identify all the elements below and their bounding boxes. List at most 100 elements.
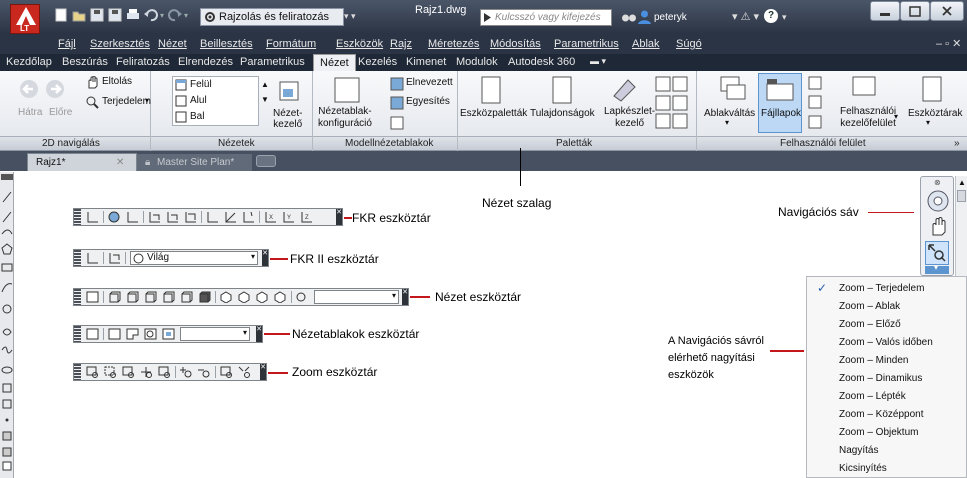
scroll-thumb[interactable] <box>957 190 966 202</box>
menu-help[interactable]: Súgó <box>676 38 702 50</box>
view-right-icon[interactable] <box>162 291 175 303</box>
switch-windows-icon[interactable] <box>720 76 746 102</box>
menu-item-zoom-out[interactable]: Kicsinyítés <box>839 463 887 474</box>
menu-item-zoom-dynamic[interactable]: Zoom – Dinamikus <box>839 373 922 384</box>
toolbars-icon[interactable] <box>920 76 944 102</box>
view-manager-icon[interactable] <box>277 79 301 103</box>
menu-item-zoom-in[interactable]: Nagyítás <box>839 445 878 456</box>
ucs-x-icon[interactable]: X <box>264 211 277 223</box>
zoom-dynamic-icon[interactable] <box>104 366 117 378</box>
ucs-dialog-icon[interactable] <box>108 252 121 264</box>
redo-icon[interactable] <box>168 8 182 22</box>
ucs-3point-icon[interactable] <box>242 211 255 223</box>
forward-arrow-icon[interactable] <box>44 78 66 100</box>
toolbars-dropdown-icon[interactable]: ▾ <box>926 118 930 127</box>
draw-tools-icons[interactable] <box>0 172 14 478</box>
menu-view[interactable]: Nézet <box>158 38 187 50</box>
search-input[interactable]: Kulcsszó vagy kifejezés <box>480 9 612 26</box>
view-front-icon[interactable] <box>180 291 193 303</box>
named-views-icon[interactable] <box>86 291 99 303</box>
menu-edit[interactable]: Szerkesztés <box>90 38 150 50</box>
ucs-face-icon[interactable] <box>148 211 161 223</box>
back-arrow-icon[interactable] <box>18 78 40 100</box>
file-tab-active[interactable]: Rajz1* ✕ <box>27 153 137 171</box>
menu-item-zoom-object[interactable]: Zoom – Objektum <box>839 427 918 438</box>
layout-toggle-icons[interactable] <box>808 76 822 132</box>
view-select[interactable]: ▾ <box>314 290 399 304</box>
single-viewport-icon[interactable] <box>108 328 121 340</box>
tab-layout[interactable]: Elrendezés <box>178 56 233 68</box>
chevron-down-icon[interactable]: ▾ ▾ <box>344 11 356 22</box>
maximize-button[interactable] <box>900 1 930 21</box>
menu-parametric[interactable]: Parametrikus <box>554 38 619 50</box>
steering-wheel-icon[interactable] <box>926 189 950 213</box>
zoom-all-icon[interactable] <box>220 366 233 378</box>
tab-manage[interactable]: Kezelés <box>358 56 397 68</box>
toolbar-grip[interactable] <box>74 289 81 305</box>
menu-item-zoom-center[interactable]: Zoom – Középpont <box>839 409 924 420</box>
new-file-icon[interactable] <box>54 8 68 22</box>
toolbar-close-icon[interactable]: ✕ <box>336 209 342 225</box>
viewport-scale-select[interactable]: ▾ <box>180 327 250 341</box>
view-top[interactable]: Felül <box>190 79 212 90</box>
forward-label[interactable]: Előre <box>49 107 72 118</box>
save-as-icon[interactable] <box>108 8 122 22</box>
save-icon[interactable] <box>90 8 104 22</box>
menu-item-zoom-realtime[interactable]: Zoom – Valós időben <box>839 337 933 348</box>
view-bottom-icon[interactable] <box>126 291 139 303</box>
zoom-window-icon[interactable] <box>86 366 99 378</box>
menu-file[interactable]: Fájl <box>58 38 76 50</box>
zoom-object-icon[interactable] <box>158 366 171 378</box>
user-name[interactable]: peteryk <box>654 12 687 23</box>
gallery-scroll-down-icon[interactable]: ▼ <box>261 95 269 104</box>
vertical-scrollbar[interactable]: ▲ <box>955 176 967 276</box>
gallery-scroll-up-icon[interactable]: ▲ <box>261 80 269 89</box>
minimize-button[interactable] <box>870 1 900 21</box>
view-left-icon[interactable] <box>144 291 157 303</box>
zoom-in-icon[interactable] <box>180 366 193 378</box>
menu-item-zoom-window[interactable]: Zoom – Ablak <box>839 301 900 312</box>
help-dropdown-icon[interactable]: ▾ <box>782 12 787 23</box>
scroll-up-icon[interactable]: ▲ <box>958 178 966 187</box>
panel-expand-icon[interactable]: » <box>954 138 960 149</box>
ucs-origin-icon[interactable] <box>206 211 219 223</box>
menu-draw[interactable]: Rajz <box>390 38 412 50</box>
named-viewports-button[interactable]: Elnevezett <box>406 77 453 88</box>
viewport-config-icon[interactable] <box>334 77 360 103</box>
zoom-extents-icon[interactable] <box>238 366 251 378</box>
menu-insert[interactable]: Beillesztés <box>200 38 253 50</box>
menu-item-zoom-previous[interactable]: Zoom – Előző <box>839 319 901 330</box>
exchange-apps-icon[interactable]: ▾ ⚠ ▾ <box>732 10 759 23</box>
close-button[interactable] <box>930 1 964 21</box>
view-toolbar[interactable]: ▾ ✕ <box>73 288 409 306</box>
toolbar-grip[interactable] <box>74 209 81 225</box>
close-icon[interactable]: ✕ <box>116 157 124 168</box>
polygonal-viewport-icon[interactable] <box>126 328 139 340</box>
sw-iso-icon[interactable] <box>220 291 233 303</box>
small-palette-icons[interactable] <box>655 76 689 130</box>
camera-icon[interactable] <box>296 291 309 303</box>
sheet-set-manager-button[interactable]: Lapkészlet- kezelő <box>604 106 655 130</box>
toolbars-button[interactable]: Eszköztárak <box>908 108 962 119</box>
ucs-toolbar[interactable]: X Y Z ✕ <box>73 208 343 226</box>
zoom-center-icon[interactable] <box>140 366 153 378</box>
nw-iso-icon[interactable] <box>274 291 287 303</box>
viewport-config-button[interactable]: Nézetablak- konfiguráció <box>318 106 372 130</box>
convert-object-viewport-icon[interactable] <box>144 328 157 340</box>
redo-dropdown-icon[interactable]: ▾ <box>184 11 188 20</box>
help-button[interactable]: ? <box>764 9 778 23</box>
ucs-z-icon[interactable]: Z <box>300 211 313 223</box>
properties-button[interactable]: Tulajdonságok <box>530 108 595 119</box>
ucs-y-icon[interactable]: Y <box>282 211 295 223</box>
toolbar-close-icon[interactable]: ✕ <box>256 326 262 342</box>
user-icon[interactable] <box>638 10 651 24</box>
user-interface-icon[interactable] <box>852 76 878 102</box>
tab-insert[interactable]: Beszúrás <box>62 56 108 68</box>
view-top-icon[interactable] <box>108 291 121 303</box>
zoom-toolbar[interactable]: ✕ <box>73 363 267 381</box>
ucs-icon[interactable] <box>86 211 99 223</box>
menu-format[interactable]: Formátum <box>266 38 316 50</box>
properties-icon[interactable] <box>551 76 573 104</box>
view-manager-button[interactable]: Nézet- kezelő <box>273 108 302 130</box>
zoom-dropdown-icon[interactable]: ▾ <box>145 96 149 105</box>
